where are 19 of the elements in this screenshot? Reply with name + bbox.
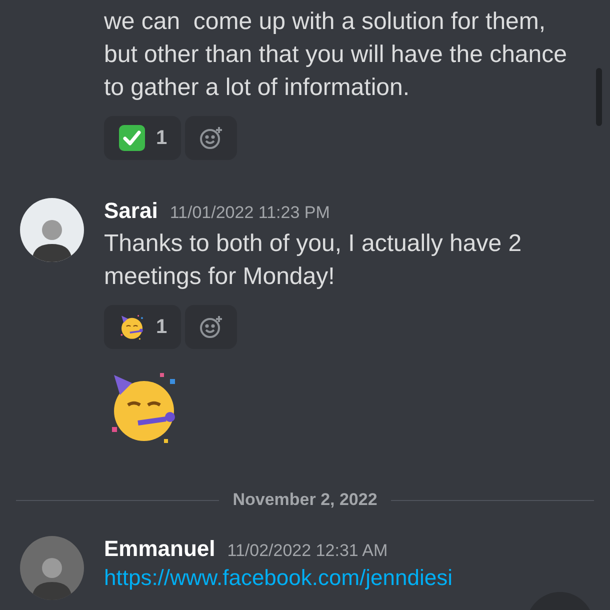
add-reaction-icon (198, 314, 224, 340)
party-face-icon (118, 313, 146, 341)
reaction-count: 1 (156, 316, 168, 338)
message-text: Thanks to both of you, I actually have 2 meetings for Monday! (104, 229, 523, 292)
message-timestamp: 11/01/2022 11:23 PM (170, 203, 330, 223)
author-name[interactable]: Emmanuel (104, 536, 216, 562)
reaction-count: 1 (156, 126, 168, 150)
scrollbar[interactable] (596, 68, 602, 126)
add-reaction-icon (198, 125, 224, 151)
check-mark-icon (118, 124, 146, 152)
date-divider-label: November 2, 2022 (232, 490, 378, 510)
add-reaction-button[interactable] (185, 305, 238, 349)
message-timestamp: 11/02/2022 12:31 AM (227, 541, 388, 561)
author-name[interactable]: Sarai (104, 198, 158, 224)
reaction-chip[interactable]: 1 (104, 116, 182, 160)
message-link[interactable]: https://www.facebook.com/jenndiesi (104, 565, 453, 590)
add-reaction-button[interactable] (185, 116, 238, 160)
message-text: we can come up with a solution for them, but other than that you will have the chance to gather a lot of information. (104, 7, 568, 103)
reaction-chip[interactable]: 1 (104, 305, 182, 349)
